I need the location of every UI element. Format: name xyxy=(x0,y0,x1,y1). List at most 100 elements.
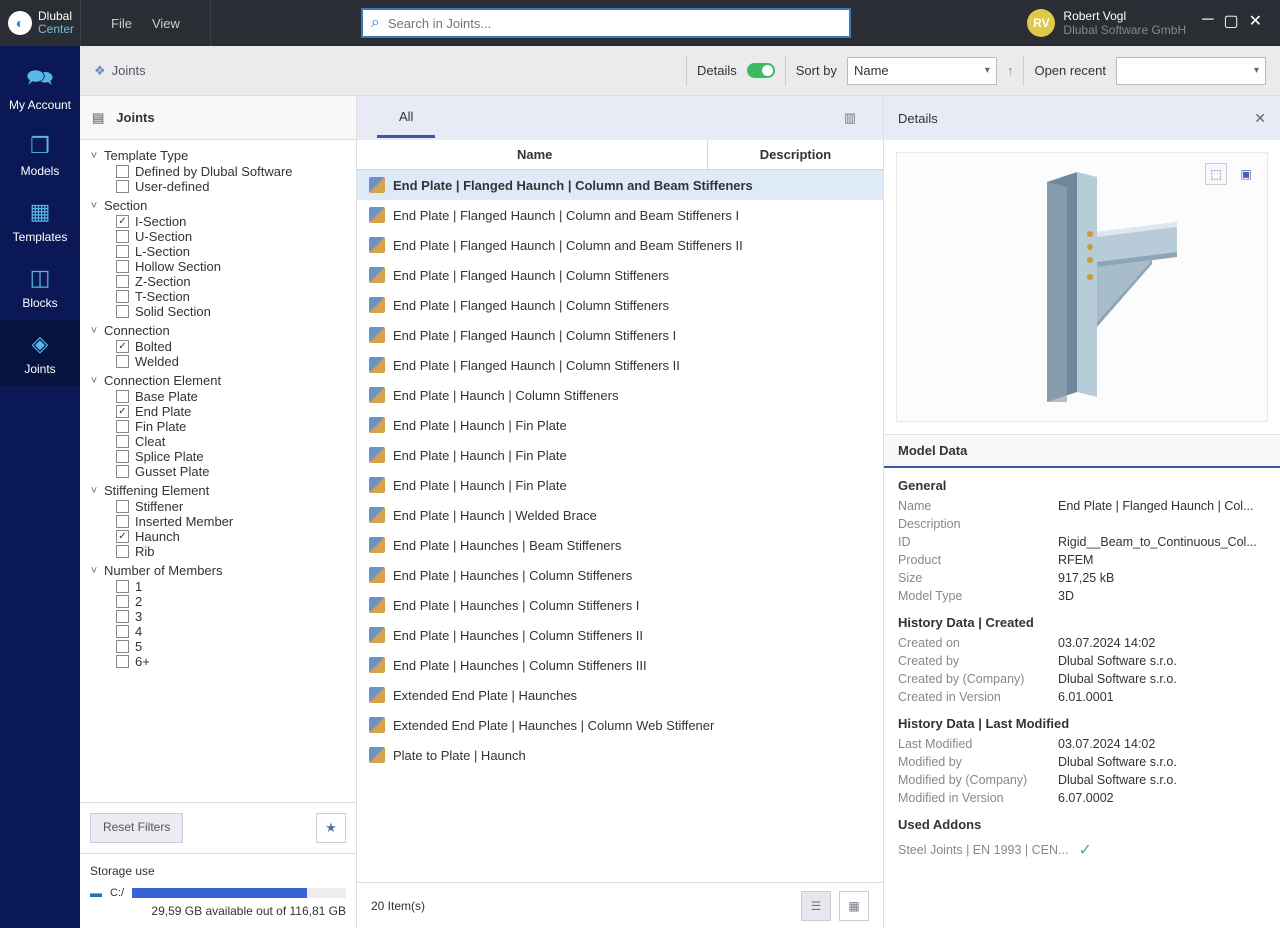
list-item[interactable]: Extended End Plate | Haunches xyxy=(357,680,883,710)
filter-solid[interactable]: Solid Section xyxy=(88,304,348,319)
list-view-icon[interactable]: ☰ xyxy=(801,891,831,921)
grid-view-icon[interactable]: ▦ xyxy=(839,891,869,921)
filter-l-section[interactable]: L-Section xyxy=(88,244,348,259)
filter-n5[interactable]: 5 xyxy=(88,639,348,654)
image-icon[interactable]: ▣ xyxy=(1235,163,1257,185)
list-item[interactable]: End Plate | Haunch | Fin Plate xyxy=(357,440,883,470)
filter-stiffener[interactable]: Stiffener xyxy=(88,499,348,514)
detail-id: Rigid__Beam_to_Continuous_Col... xyxy=(1058,535,1266,549)
nav-models[interactable]: ❒ Models xyxy=(0,122,80,188)
close-details-icon[interactable]: ✕ xyxy=(1254,110,1266,127)
nav-joints-label: Joints xyxy=(24,362,55,376)
column-name-header[interactable]: Name xyxy=(357,140,707,169)
sort-direction-icon[interactable]: ↑ xyxy=(1007,63,1014,78)
filter-base-plate[interactable]: Base Plate xyxy=(88,389,348,404)
app-name-2: Center xyxy=(38,23,74,36)
search-box[interactable]: ⌕ xyxy=(361,8,851,38)
close-icon[interactable]: ✕ xyxy=(1249,11,1262,31)
group-section[interactable]: Section xyxy=(88,197,348,214)
menu-file[interactable]: File xyxy=(111,16,132,31)
filter-u-section[interactable]: U-Section xyxy=(88,229,348,244)
list-item[interactable]: End Plate | Haunches | Beam Stiffeners xyxy=(357,530,883,560)
filter-bolted[interactable]: ✓Bolted xyxy=(88,339,348,354)
list-item[interactable]: End Plate | Flanged Haunch | Column Stif… xyxy=(357,260,883,290)
filter-i-section[interactable]: ✓I-Section xyxy=(88,214,348,229)
nav-blocks[interactable]: ◫ Blocks xyxy=(0,254,80,320)
list-item[interactable]: End Plate | Haunch | Column Stiffeners xyxy=(357,380,883,410)
list-item-label: End Plate | Flanged Haunch | Column Stif… xyxy=(393,358,680,373)
filter-header-title: Joints xyxy=(116,110,154,125)
nav-account[interactable]: 🗪 My Account xyxy=(0,56,80,122)
list-item[interactable]: End Plate | Flanged Haunch | Column Stif… xyxy=(357,350,883,380)
filter-user[interactable]: User-defined xyxy=(88,179,348,194)
list-item[interactable]: End Plate | Haunch | Welded Brace xyxy=(357,500,883,530)
list-item[interactable]: End Plate | Flanged Haunch | Column and … xyxy=(357,200,883,230)
list-item[interactable]: End Plate | Flanged Haunch | Column Stif… xyxy=(357,320,883,350)
filter-n4[interactable]: 4 xyxy=(88,624,348,639)
nav-templates[interactable]: ▦ Templates xyxy=(0,188,80,254)
details-toggle[interactable] xyxy=(747,63,775,78)
list-item-label: End Plate | Flanged Haunch | Column and … xyxy=(393,178,753,193)
filter-n2[interactable]: 2 xyxy=(88,594,348,609)
list-item-label: End Plate | Haunch | Column Stiffeners xyxy=(393,388,618,403)
list-item[interactable]: End Plate | Haunch | Fin Plate xyxy=(357,410,883,440)
list-item[interactable]: End Plate | Haunches | Column Stiffeners… xyxy=(357,590,883,620)
filter-inserted[interactable]: Inserted Member xyxy=(88,514,348,529)
group-stiffening[interactable]: Stiffening Element xyxy=(88,482,348,499)
reset-filters-button[interactable]: Reset Filters xyxy=(90,813,183,843)
filter-z-section[interactable]: Z-Section xyxy=(88,274,348,289)
filter-hollow[interactable]: Hollow Section xyxy=(88,259,348,274)
filter-fin-plate[interactable]: Fin Plate xyxy=(88,419,348,434)
search-input[interactable] xyxy=(386,15,841,32)
view-3d-icon[interactable]: ⬚ xyxy=(1205,163,1227,185)
list-item[interactable]: End Plate | Haunches | Column Stiffeners xyxy=(357,560,883,590)
filter-welded[interactable]: Welded xyxy=(88,354,348,369)
filter-end-plate[interactable]: ✓End Plate xyxy=(88,404,348,419)
sortby-select[interactable]: Name ▾ xyxy=(847,57,997,85)
filter-cleat[interactable]: Cleat xyxy=(88,434,348,449)
item-count: 20 Item(s) xyxy=(371,899,425,913)
joint-icon xyxy=(369,717,385,733)
filter-t-section[interactable]: T-Section xyxy=(88,289,348,304)
filter-n6[interactable]: 6+ xyxy=(88,654,348,669)
addon-label: Steel Joints | EN 1993 | CEN... xyxy=(898,843,1068,857)
group-num-members[interactable]: Number of Members xyxy=(88,562,348,579)
filter-defined[interactable]: Defined by Dlubal Software xyxy=(88,164,348,179)
columns-icon[interactable]: ▥ xyxy=(837,105,863,131)
created-by: Dlubal Software s.r.o. xyxy=(1058,654,1266,668)
filter-n3[interactable]: 3 xyxy=(88,609,348,624)
favorite-button[interactable]: ★ xyxy=(316,813,346,843)
list-item[interactable]: End Plate | Flanged Haunch | Column and … xyxy=(357,230,883,260)
list-item[interactable]: End Plate | Haunches | Column Stiffeners… xyxy=(357,650,883,680)
filter-header-icon: ▤ xyxy=(92,110,104,126)
menu-view[interactable]: View xyxy=(152,16,180,31)
created-on: 03.07.2024 14:02 xyxy=(1058,636,1266,650)
list-item[interactable]: End Plate | Haunches | Column Stiffeners… xyxy=(357,620,883,650)
tab-all[interactable]: All xyxy=(377,98,435,138)
list-item-label: End Plate | Haunches | Column Stiffeners xyxy=(393,568,632,583)
column-desc-header[interactable]: Description xyxy=(707,140,883,169)
list-item[interactable]: End Plate | Flanged Haunch | Column and … xyxy=(357,170,883,200)
created-by-company: Dlubal Software s.r.o. xyxy=(1058,672,1266,686)
maximize-icon[interactable]: ▢ xyxy=(1223,11,1238,31)
group-conn-elem[interactable]: Connection Element xyxy=(88,372,348,389)
group-connection[interactable]: Connection xyxy=(88,322,348,339)
list-item[interactable]: End Plate | Flanged Haunch | Column Stif… xyxy=(357,290,883,320)
filter-gusset[interactable]: Gusset Plate xyxy=(88,464,348,479)
filter-splice[interactable]: Splice Plate xyxy=(88,449,348,464)
group-template-type[interactable]: Template Type xyxy=(88,147,348,164)
list-item[interactable]: End Plate | Haunch | Fin Plate xyxy=(357,470,883,500)
filter-haunch[interactable]: ✓Haunch xyxy=(88,529,348,544)
filter-rib[interactable]: Rib xyxy=(88,544,348,559)
list-item[interactable]: Plate to Plate | Haunch xyxy=(357,740,883,770)
avatar[interactable]: RV xyxy=(1027,9,1055,37)
user-company: Dlubal Software GmbH xyxy=(1063,23,1186,37)
minimize-icon[interactable]: ─ xyxy=(1202,11,1213,31)
openrecent-select[interactable]: ▾ xyxy=(1116,57,1266,85)
storage-title: Storage use xyxy=(90,864,346,878)
modified-on: 03.07.2024 14:02 xyxy=(1058,737,1266,751)
list-item[interactable]: Extended End Plate | Haunches | Column W… xyxy=(357,710,883,740)
filter-n1[interactable]: 1 xyxy=(88,579,348,594)
templates-icon: ▦ xyxy=(26,198,54,226)
nav-joints[interactable]: ◈ Joints xyxy=(0,320,80,386)
